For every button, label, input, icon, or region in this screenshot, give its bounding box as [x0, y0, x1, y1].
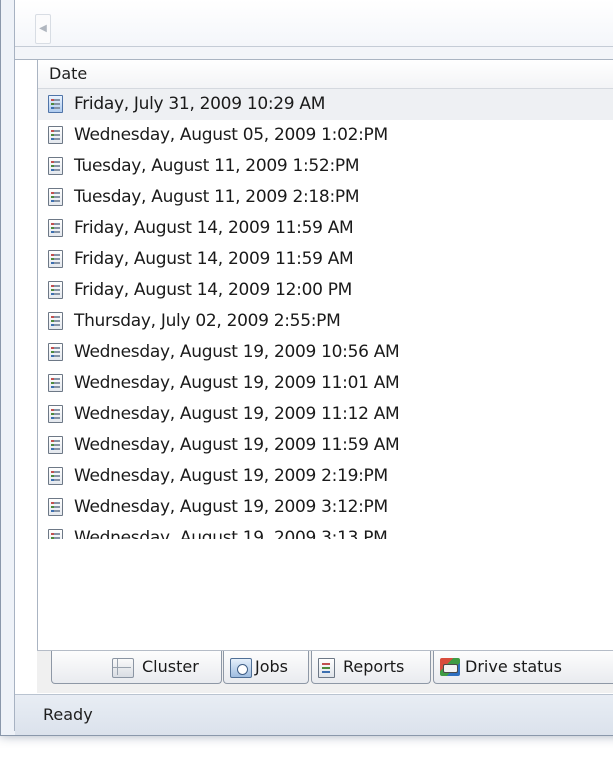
report-document-icon — [48, 405, 63, 423]
report-document-icon — [48, 219, 63, 237]
tab-reports[interactable]: Reports — [311, 651, 431, 684]
report-document-icon — [48, 374, 63, 392]
list-item[interactable]: Tuesday, August 11, 2009 2:18:PM — [38, 182, 613, 213]
list-item[interactable]: Wednesday, August 19, 2009 11:01 AM — [38, 368, 613, 399]
status-bar: Ready — [15, 694, 613, 735]
report-document-icon — [48, 157, 63, 175]
list-item[interactable]: Friday, August 14, 2009 12:00 PM — [38, 275, 613, 306]
tab-label: Cluster — [142, 657, 199, 676]
jobs-icon — [230, 658, 252, 678]
list-item[interactable]: Wednesday, August 05, 2009 1:02:PM — [38, 120, 613, 151]
report-document-icon — [48, 281, 63, 299]
list-item-label: Wednesday, August 19, 2009 10:56 AM — [74, 342, 400, 362]
toolbar: ◀ — [15, 0, 613, 47]
window-content: ◀ Date Friday, July 31, 2009 10:29 AM We… — [14, 0, 613, 735]
list-item-label: Wednesday, August 19, 2009 11:59 AM — [74, 435, 400, 455]
list-item[interactable]: Thursday, July 02, 2009 2:55:PM — [38, 306, 613, 337]
list-item-label: Friday, August 14, 2009 11:59 AM — [74, 249, 354, 269]
list-item-label: Wednesday, August 19, 2009 2:19:PM — [74, 466, 388, 486]
list-item-label: Wednesday, August 19, 2009 3:12:PM — [74, 497, 388, 517]
list-item-label: Tuesday, August 11, 2009 1:52:PM — [74, 156, 360, 176]
report-document-icon — [48, 436, 63, 454]
list-item-label: Wednesday, August 05, 2009 1:02:PM — [74, 125, 388, 145]
list-item[interactable]: Friday, August 14, 2009 11:59 AM — [38, 244, 613, 275]
report-document-icon — [48, 467, 63, 485]
list-item[interactable]: Wednesday, August 19, 2009 3:13 PM — [38, 523, 613, 539]
panel-separator — [15, 47, 613, 60]
list-item[interactable]: Wednesday, August 19, 2009 2:19:PM — [38, 461, 613, 492]
scroll-left-button[interactable]: ◀ — [35, 14, 51, 44]
view-tabs: Cluster Jobs Reports Drive status — [37, 650, 613, 693]
list-item[interactable]: Wednesday, August 19, 2009 11:12 AM — [38, 399, 613, 430]
report-document-icon — [48, 529, 63, 539]
tab-label: Jobs — [255, 657, 288, 676]
list-item-label: Wednesday, August 19, 2009 11:01 AM — [74, 373, 400, 393]
drive-status-icon — [440, 658, 460, 676]
list-item-label: Wednesday, August 19, 2009 11:12 AM — [74, 404, 400, 424]
list-item-label: Friday, July 31, 2009 10:29 AM — [74, 94, 326, 114]
list-item-label: Friday, August 14, 2009 12:00 PM — [74, 280, 353, 300]
list-item[interactable]: Wednesday, August 19, 2009 3:12:PM — [38, 492, 613, 523]
reports-icon — [318, 658, 335, 678]
list-item[interactable]: Tuesday, August 11, 2009 1:52:PM — [38, 151, 613, 182]
report-document-icon — [48, 95, 63, 113]
list-item-label: Wednesday, August 19, 2009 3:13 PM — [74, 528, 388, 539]
app-window: ◀ Date Friday, July 31, 2009 10:29 AM We… — [0, 0, 613, 736]
list-item-label: Thursday, July 02, 2009 2:55:PM — [74, 311, 341, 331]
tab-cluster[interactable]: Cluster — [51, 651, 222, 684]
list-item-label: Tuesday, August 11, 2009 2:18:PM — [74, 187, 360, 207]
tab-label: Reports — [343, 657, 405, 676]
reports-list: Date Friday, July 31, 2009 10:29 AM Wedn… — [37, 60, 613, 650]
report-document-icon — [48, 343, 63, 361]
report-document-icon — [48, 126, 63, 144]
report-document-icon — [48, 498, 63, 516]
tab-jobs[interactable]: Jobs — [223, 651, 309, 684]
column-header-date[interactable]: Date — [38, 60, 613, 89]
list-item[interactable]: Wednesday, August 19, 2009 11:59 AM — [38, 430, 613, 461]
report-document-icon — [48, 312, 63, 330]
status-text: Ready — [43, 705, 93, 724]
list-item[interactable]: Friday, July 31, 2009 10:29 AM — [38, 89, 613, 120]
cluster-icon — [112, 658, 134, 678]
list-item[interactable]: Wednesday, August 19, 2009 10:56 AM — [38, 337, 613, 368]
list-item[interactable]: Friday, August 14, 2009 11:59 AM — [38, 213, 613, 244]
tab-label: Drive status — [465, 657, 562, 676]
tab-drive-status[interactable]: Drive status — [433, 651, 613, 684]
report-document-icon — [48, 250, 63, 268]
report-document-icon — [48, 188, 63, 206]
list-item-label: Friday, August 14, 2009 11:59 AM — [74, 218, 354, 238]
